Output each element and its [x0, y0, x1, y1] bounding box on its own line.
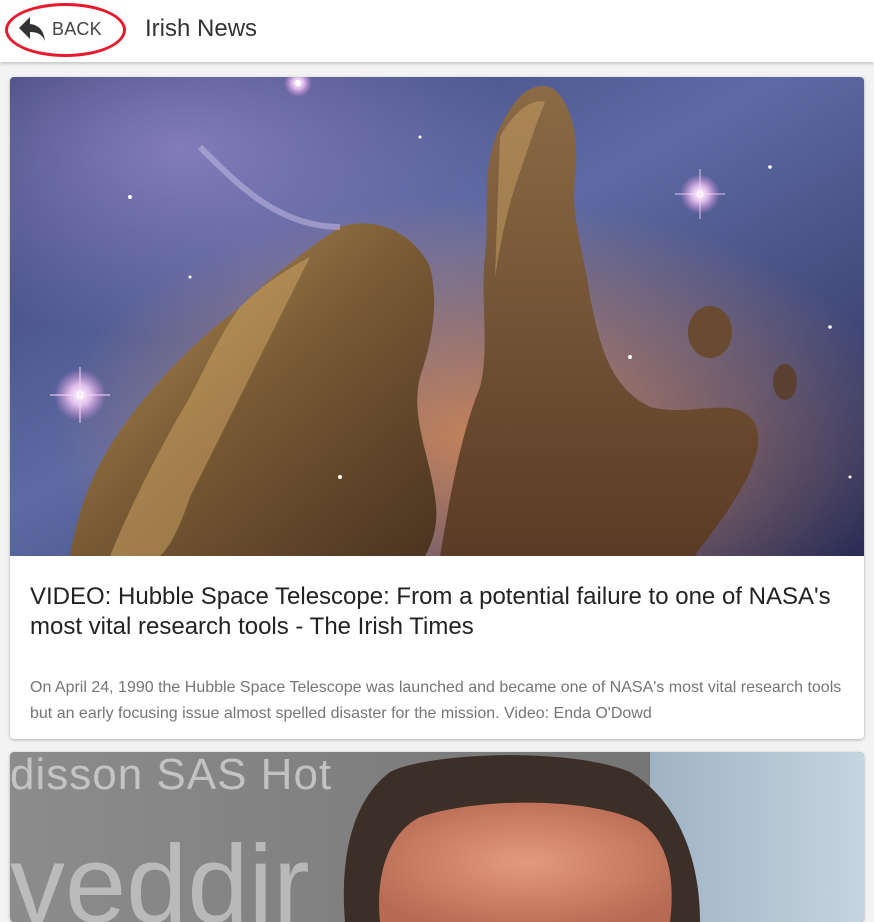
sign-text-line2: veddir — [10, 823, 310, 922]
page-title: Irish News — [145, 15, 258, 42]
sign-text-line1: disson SAS Hot — [10, 752, 333, 799]
card-body: VIDEO: Hubble Space Telescope: From a po… — [10, 556, 864, 727]
article-title[interactable]: VIDEO: Hubble Space Telescope: From a po… — [30, 582, 844, 642]
app-bar: BACK Irish News — [0, 0, 874, 62]
news-feed: VIDEO: Hubble Space Telescope: From a po… — [10, 77, 864, 922]
news-card[interactable]: disson SAS Hot veddir — [10, 752, 864, 922]
reply-arrow-icon — [19, 17, 45, 41]
article-description: On April 24, 1990 the Hubble Space Teles… — [30, 679, 842, 722]
back-button[interactable]: BACK — [18, 13, 102, 45]
hubble-nebula-image[interactable] — [10, 77, 864, 556]
back-label: BACK — [52, 18, 102, 39]
news-card[interactable]: VIDEO: Hubble Space Telescope: From a po… — [10, 77, 864, 739]
person-photo-image[interactable]: disson SAS Hot veddir — [10, 752, 864, 922]
